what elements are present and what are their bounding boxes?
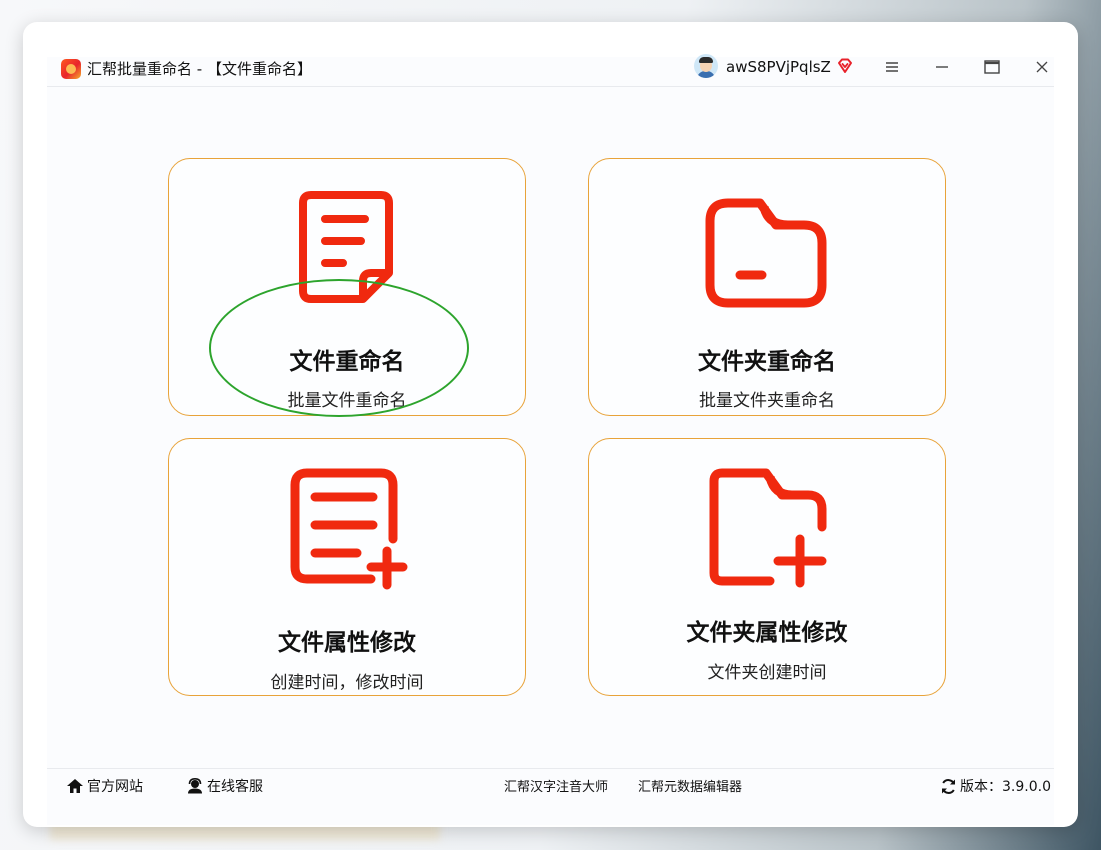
minimize-button[interactable]	[927, 52, 957, 82]
maximize-button[interactable]	[977, 52, 1007, 82]
app-window: 汇帮批量重命名 - 【文件重命名】 awS8PVjPqlsZ	[23, 22, 1078, 827]
footer-divider	[47, 768, 1054, 769]
online-service-link[interactable]: 在线客服	[186, 776, 263, 796]
file-attribute-card[interactable]: 文件属性修改 创建时间，修改时间	[168, 438, 526, 696]
online-service-label: 在线客服	[207, 779, 263, 795]
menu-icon	[886, 62, 898, 72]
username-label[interactable]: awS8PVjPqlsZ	[726, 58, 831, 76]
vip-diamond-icon[interactable]	[836, 57, 854, 75]
folder-rename-card[interactable]: 文件夹重命名 批量文件夹重命名	[588, 158, 946, 416]
version-label: 版本：3.9.0.0	[960, 779, 1051, 795]
pinyin-tool-label: 汇帮汉字注音大师	[504, 780, 609, 795]
refresh-icon	[942, 778, 955, 794]
official-site-link[interactable]: 官方网站	[66, 776, 143, 796]
minimize-icon	[936, 66, 948, 68]
file-rename-subtitle: 批量文件重命名	[287, 391, 407, 411]
folder-icon	[705, 198, 827, 308]
file-rename-card[interactable]: 文件重命名 批量文件重命名	[168, 158, 526, 416]
maximize-icon	[984, 60, 1000, 74]
folder-rename-title: 文件夹重命名	[698, 349, 836, 375]
version-info[interactable]: 版本：3.9.0.0	[940, 776, 1051, 796]
window-title: 汇帮批量重命名 - 【文件重命名】	[87, 60, 312, 78]
home-icon	[67, 779, 83, 793]
title-bar: 汇帮批量重命名 - 【文件重命名】 awS8PVjPqlsZ	[23, 22, 1078, 109]
folder-add-icon	[709, 468, 827, 588]
file-attribute-title: 文件属性修改	[278, 630, 416, 656]
document-icon	[299, 191, 393, 303]
pinyin-tool-link[interactable]: 汇帮汉字注音大师	[504, 776, 608, 795]
title-divider	[47, 86, 1054, 87]
avatar-icon[interactable]	[694, 54, 718, 78]
close-icon	[1036, 61, 1048, 73]
folder-attribute-subtitle: 文件夹创建时间	[707, 663, 827, 683]
metadata-tool-link[interactable]: 汇帮元数据编辑器	[638, 776, 742, 795]
file-rename-title: 文件重命名	[289, 349, 405, 375]
menu-button[interactable]	[877, 52, 907, 82]
metadata-tool-label: 汇帮元数据编辑器	[638, 780, 743, 795]
folder-attribute-title: 文件夹属性修改	[686, 620, 848, 646]
document-edit-icon	[290, 468, 408, 590]
official-site-label: 官方网站	[87, 779, 143, 795]
file-attribute-subtitle: 创建时间，修改时间	[270, 673, 424, 693]
folder-attribute-card[interactable]: 文件夹属性修改 文件夹创建时间	[588, 438, 946, 696]
app-logo-icon	[61, 59, 81, 79]
customer-service-icon	[188, 778, 202, 794]
close-button[interactable]	[1027, 52, 1057, 82]
folder-rename-subtitle: 批量文件夹重命名	[699, 391, 835, 411]
